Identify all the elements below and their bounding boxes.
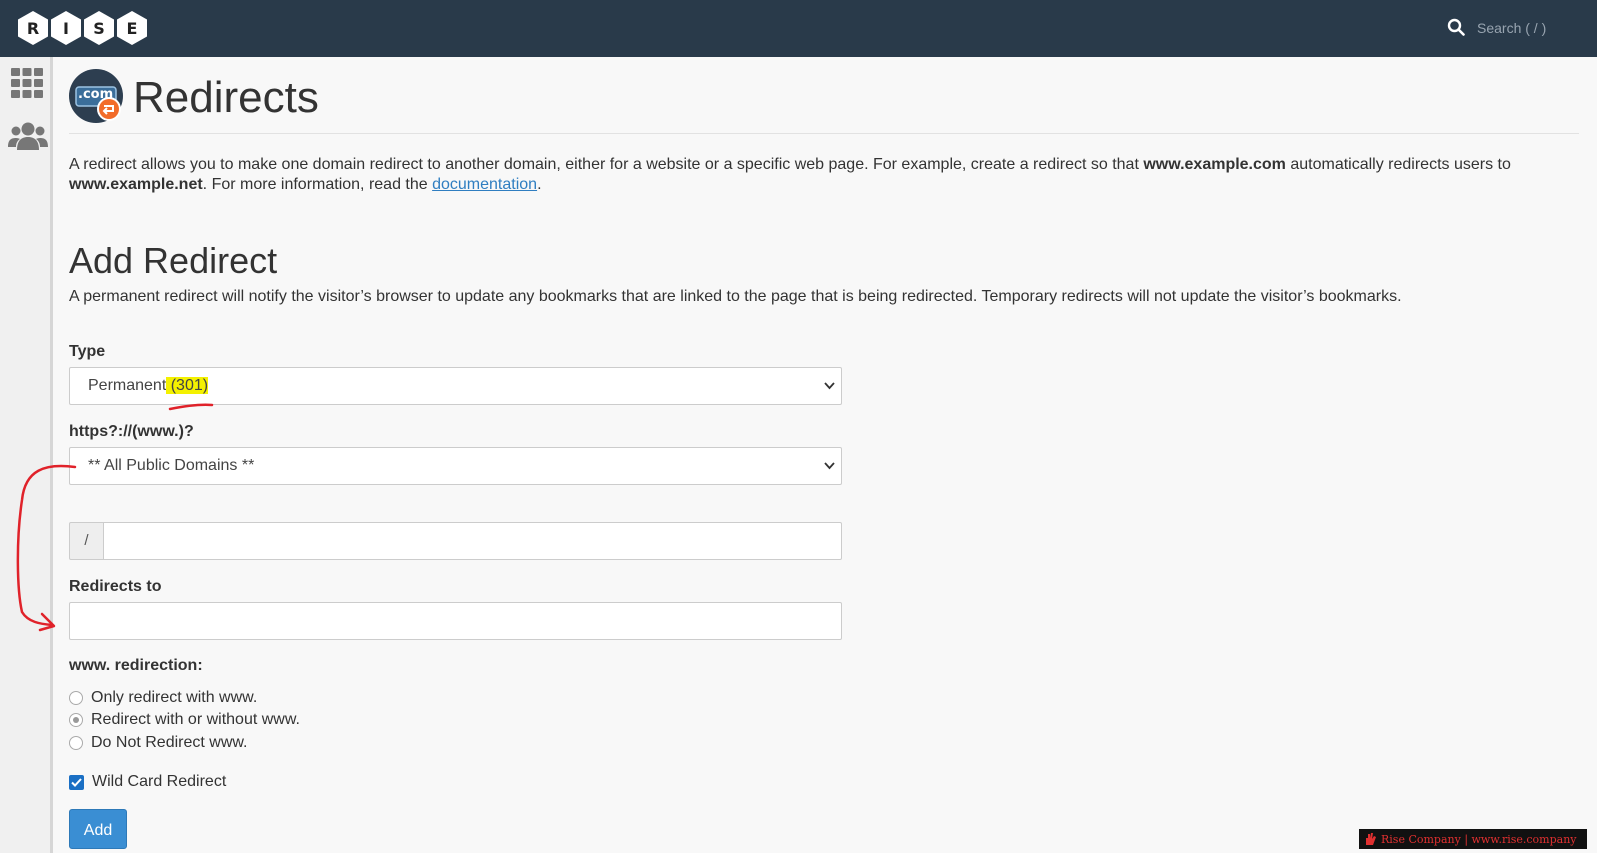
logo-letter: E: [117, 11, 147, 45]
redirects-app-icon: .com: [69, 69, 125, 125]
rise-logo[interactable]: R I S E: [18, 11, 147, 45]
app-icon-label: .com: [78, 87, 114, 102]
domain-label: https?://(www.)?: [69, 423, 194, 440]
www-option-do-not-redirect[interactable]: Do Not Redirect www.: [69, 733, 248, 753]
intro-text-part: A redirect allows you to make one domain…: [69, 156, 1144, 173]
chevron-down-icon: [824, 382, 835, 390]
add-redirect-description: A permanent redirect will notify the vis…: [69, 288, 1402, 305]
path-input[interactable]: [103, 522, 842, 560]
chevron-down-icon: [824, 462, 835, 470]
watermark-text: Rise Company | www.rise.company: [1381, 832, 1577, 846]
domain-select[interactable]: ** All Public Domains **: [69, 447, 842, 485]
radio-label: Only redirect with www.: [91, 689, 258, 706]
documentation-link[interactable]: documentation: [432, 176, 537, 193]
search-icon[interactable]: [1447, 18, 1465, 36]
wildcard-label: Wild Card Redirect: [92, 773, 227, 790]
logo-letter: S: [84, 11, 114, 45]
apps-grid-icon[interactable]: [10, 67, 44, 99]
type-label: Type: [69, 343, 106, 360]
logo-letter: I: [51, 11, 81, 45]
radio-label: Do Not Redirect www.: [91, 734, 248, 751]
intro-text: A redirect allows you to make one domain…: [69, 155, 1579, 195]
add-redirect-heading: Add Redirect: [69, 240, 278, 281]
www-option-with-or-without[interactable]: Redirect with or without www.: [69, 710, 300, 730]
example-domain-target: www.example.net: [69, 176, 203, 193]
add-button[interactable]: Add: [69, 809, 127, 849]
path-input-group: /: [69, 522, 842, 560]
redirects-to-input[interactable]: [69, 602, 842, 640]
wildcard-checkbox[interactable]: [69, 774, 84, 790]
page-header: .com Redirects: [69, 69, 1579, 134]
intro-text-end: .: [537, 176, 542, 193]
domain-select-value: ** All Public Domains **: [88, 457, 255, 474]
logo-letter: R: [18, 11, 48, 45]
wildcard-redirect-option[interactable]: Wild Card Redirect: [69, 773, 226, 791]
type-code-highlight: (301): [166, 377, 209, 394]
radio-button[interactable]: [69, 691, 83, 705]
search-input[interactable]: [1477, 16, 1577, 40]
radio-button-selected[interactable]: [69, 713, 83, 727]
type-select[interactable]: Permanent (301): [69, 367, 842, 405]
intro-text-part: automatically redirects users to: [1285, 156, 1511, 173]
www-redirection-label: www. redirection:: [69, 657, 203, 674]
underline-annotation: [168, 403, 214, 411]
search-box: [1447, 16, 1577, 40]
users-icon[interactable]: [8, 120, 48, 152]
hand-icon: [1366, 833, 1376, 845]
watermark: Rise Company | www.rise.company: [1359, 829, 1587, 849]
www-option-only-with[interactable]: Only redirect with www.: [69, 688, 257, 708]
radio-label: Redirect with or without www.: [91, 711, 300, 728]
checkmark-icon: [71, 777, 82, 787]
type-select-value: Permanent: [88, 377, 167, 394]
left-sidebar: [0, 57, 53, 853]
example-domain-source: www.example.com: [1143, 156, 1286, 173]
redirects-to-label: Redirects to: [69, 578, 162, 595]
path-prefix-addon: /: [69, 522, 104, 560]
page-title: Redirects: [133, 73, 319, 122]
radio-button[interactable]: [69, 736, 83, 750]
intro-text-part: . For more information, read the: [202, 176, 433, 193]
top-navigation-bar: R I S E: [0, 0, 1597, 57]
